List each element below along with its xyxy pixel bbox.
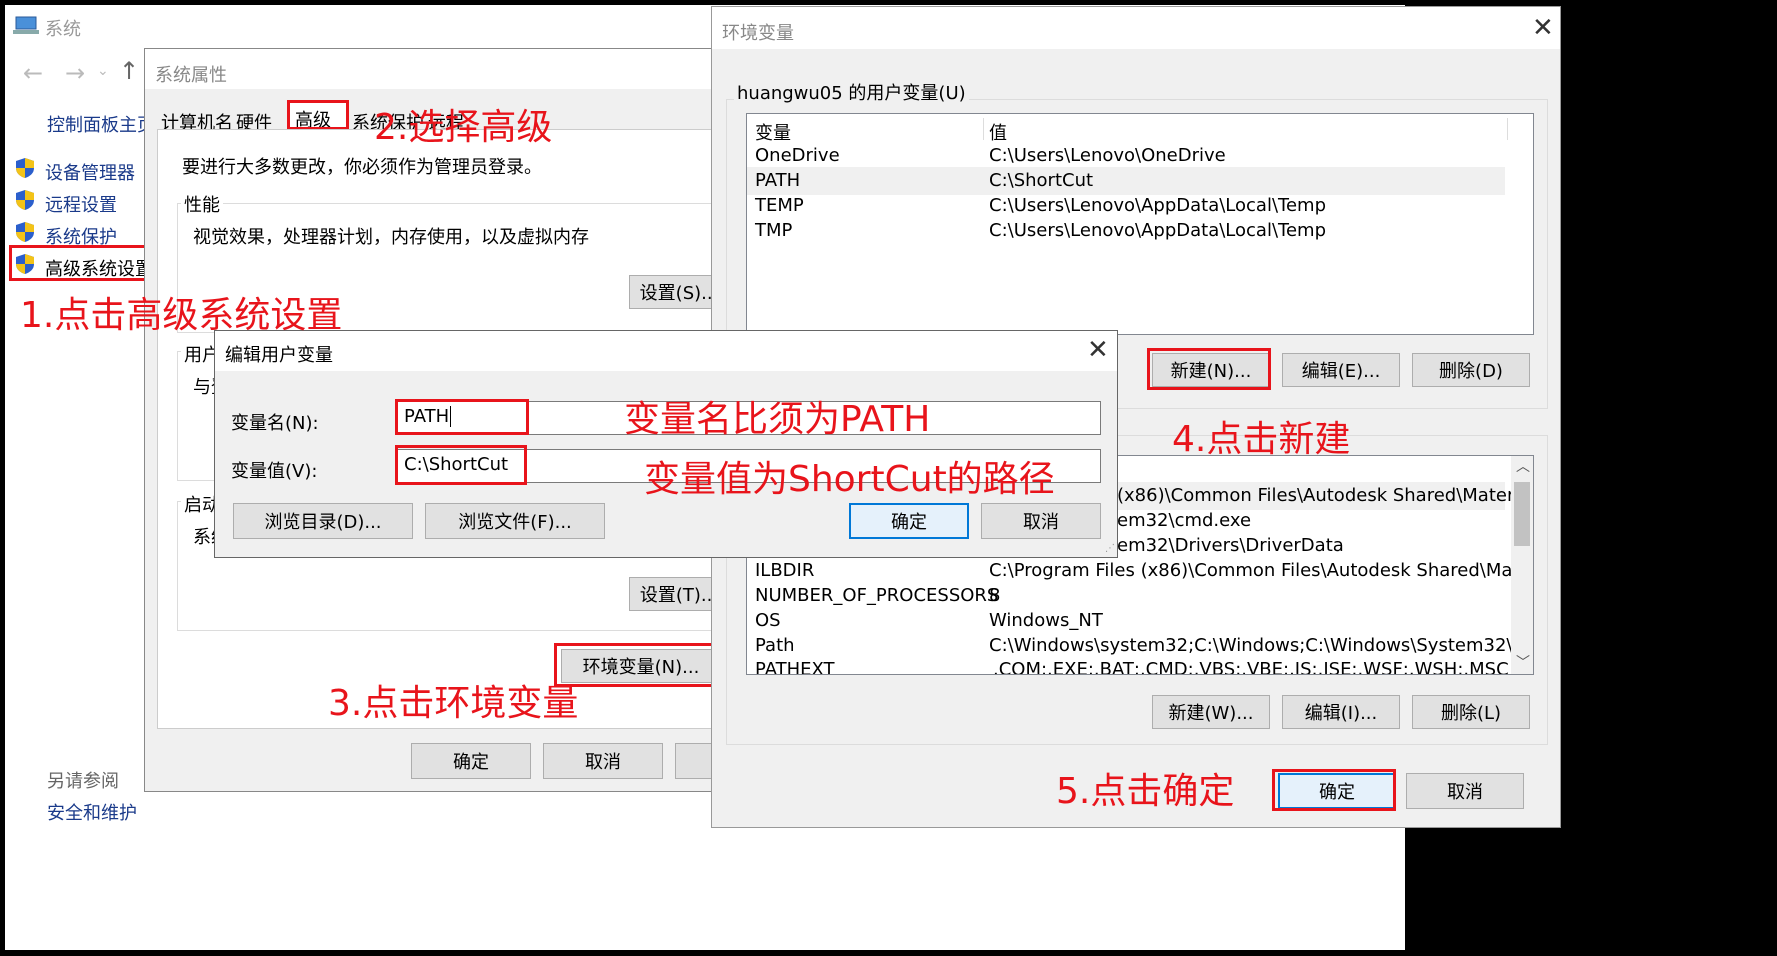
edit-dialog-title: 编辑用户变量 xyxy=(225,345,333,366)
highlight-env-ok xyxy=(1272,769,1396,811)
table-row[interactable]: OneDrive C:\Users\Lenovo\OneDrive xyxy=(747,142,1533,170)
scroll-up-icon[interactable]: ︿ xyxy=(1516,456,1530,476)
highlight-value-input xyxy=(395,445,527,485)
highlight-tab-advanced xyxy=(287,100,349,130)
variable-name-label: 变量名(N): xyxy=(231,413,319,434)
security-maintenance-link[interactable]: 安全和维护 xyxy=(47,799,137,825)
variable-value: (x86)\Common Files\Autodesk Shared\Mater… xyxy=(1117,485,1534,506)
system-edit-button[interactable]: 编辑(I)... xyxy=(1282,695,1400,729)
header-divider xyxy=(1507,118,1508,140)
performance-title: 性能 xyxy=(181,191,223,217)
close-icon[interactable]: ✕ xyxy=(1087,335,1109,365)
variable-value: Windows_NT xyxy=(989,610,1103,631)
variable-value: C:\Users\Lenovo\OneDrive xyxy=(989,145,1226,166)
variable-value: C:\ShortCut xyxy=(989,170,1094,191)
see-also-title: 另请参阅 xyxy=(47,771,119,792)
variable-value: C:\Users\Lenovo\AppData\Local\Temp xyxy=(989,195,1326,216)
sidebar-item-label: 设备管理器 xyxy=(45,163,135,184)
sys-props-ok-button[interactable]: 确定 xyxy=(411,743,531,779)
annotation-step-2: 2.选择高级 xyxy=(374,107,553,148)
variable-value: em32\cmd.exe xyxy=(1117,510,1252,531)
highlight-env-button xyxy=(554,643,720,687)
variable-name: OS xyxy=(755,610,781,631)
annotation-step-1: 1.点击高级系统设置 xyxy=(20,295,343,336)
chevron-down-icon[interactable]: ⌄ xyxy=(97,63,109,79)
edit-ok-button[interactable]: 确定 xyxy=(849,503,969,539)
admin-note: 要进行大多数更改，你必须作为管理员登录。 xyxy=(182,157,542,178)
browse-file-button[interactable]: 浏览文件(F)... xyxy=(425,503,605,539)
variable-value: em32\Drivers\DriverData xyxy=(1117,535,1344,556)
control-panel-home-link[interactable]: 控制面板主页 xyxy=(47,111,155,137)
variable-value-label: 变量值(V): xyxy=(231,461,318,482)
variable-value: .COM;.EXE;.BAT;.CMD;.VBS;.VBE;.JS;.JSE;.… xyxy=(993,659,1509,675)
highlight-advanced-settings xyxy=(9,245,151,281)
variable-value: C:\Windows\system32;C:\Windows;C:\Window… xyxy=(989,635,1534,656)
shield-icon xyxy=(16,190,34,210)
highlight-new-button xyxy=(1147,348,1271,390)
variable-name: Path xyxy=(755,635,795,656)
forward-arrow-icon[interactable]: → xyxy=(65,59,85,87)
title-bar xyxy=(712,7,1560,49)
shield-icon xyxy=(16,158,34,178)
title-bar xyxy=(145,49,733,89)
variable-name: TMP xyxy=(755,220,793,241)
annotation-variable-name: 变量名比须为PATH xyxy=(624,399,931,440)
variable-name: PATHEXT xyxy=(755,659,835,675)
back-arrow-icon[interactable]: ← xyxy=(23,59,43,87)
annotation-variable-value: 变量值为ShortCut的路径 xyxy=(644,459,1055,500)
system-new-button[interactable]: 新建(W)... xyxy=(1152,695,1270,729)
variable-name: OneDrive xyxy=(755,145,840,166)
system-window-title: 系统 xyxy=(45,19,81,40)
computer-icon xyxy=(13,16,39,34)
variable-name: ILBDIR xyxy=(755,560,815,581)
performance-desc: 视觉效果，处理器计划，内存使用，以及虚拟内存 xyxy=(193,227,589,248)
table-row-selected[interactable]: PATH C:\ShortCut xyxy=(747,167,1505,195)
variable-name: PATH xyxy=(755,170,801,191)
shield-icon xyxy=(16,222,34,242)
table-row[interactable]: OS Windows_NT xyxy=(747,607,1533,635)
scrollbar[interactable]: ︿ ﹀ xyxy=(1511,456,1533,674)
variable-value: 8 xyxy=(989,585,1001,606)
close-icon[interactable]: ✕ xyxy=(1532,13,1554,43)
edit-cancel-button[interactable]: 取消 xyxy=(981,503,1101,539)
table-row[interactable]: PATHEXT .COM;.EXE;.BAT;.CMD;.VBS;.VBE;.J… xyxy=(747,656,1533,675)
user-variables-list[interactable]: 变量 值 OneDrive C:\Users\Lenovo\OneDrive P… xyxy=(746,113,1534,335)
env-cancel-button[interactable]: 取消 xyxy=(1406,773,1524,809)
list-header: 变量 值 xyxy=(747,116,1533,144)
annotation-step-3: 3.点击环境变量 xyxy=(328,683,579,724)
user-delete-button[interactable]: 删除(D) xyxy=(1412,353,1530,387)
browse-directory-button[interactable]: 浏览目录(D)... xyxy=(233,503,413,539)
edit-user-variable-dialog: 编辑用户变量 ✕ 变量名(N): PATH 变量值(V): C:\ShortCu… xyxy=(214,330,1118,558)
sys-props-cancel-button[interactable]: 取消 xyxy=(543,743,663,779)
table-row[interactable]: ILBDIR C:\Program Files (x86)\Common Fil… xyxy=(747,557,1533,585)
annotation-step-4: 4.点击新建 xyxy=(1172,419,1351,460)
variable-name: TEMP xyxy=(755,195,804,216)
variable-value: C:\Users\Lenovo\AppData\Local\Temp xyxy=(989,220,1326,241)
table-row[interactable]: TEMP C:\Users\Lenovo\AppData\Local\Temp xyxy=(747,192,1533,220)
scroll-thumb[interactable] xyxy=(1514,482,1530,546)
user-variables-title: huangwu05 的用户变量(U) xyxy=(734,79,969,105)
highlight-name-input xyxy=(395,399,529,435)
variable-name: NUMBER_OF_PROCESSORS xyxy=(755,585,999,606)
table-row[interactable]: TMP C:\Users\Lenovo\AppData\Local\Temp xyxy=(747,217,1533,245)
header-divider xyxy=(983,118,984,140)
variable-value: C:\Program Files (x86)\Common Files\Auto… xyxy=(989,560,1534,581)
table-row[interactable]: NUMBER_OF_PROCESSORS 8 xyxy=(747,582,1533,610)
sidebar-item-label: 远程设置 xyxy=(45,195,117,216)
dialog-title: 系统属性 xyxy=(155,65,227,86)
annotation-step-5: 5.点击确定 xyxy=(1056,771,1235,812)
up-arrow-icon[interactable]: ↑ xyxy=(119,57,139,85)
env-dialog-title: 环境变量 xyxy=(722,23,794,44)
user-edit-button[interactable]: 编辑(E)... xyxy=(1282,353,1400,387)
title-bar xyxy=(215,331,1117,371)
scroll-down-icon[interactable]: ﹀ xyxy=(1516,652,1530,672)
system-delete-button[interactable]: 删除(L) xyxy=(1412,695,1530,729)
resize-grip-icon[interactable]: ⋰ xyxy=(1105,543,1115,554)
